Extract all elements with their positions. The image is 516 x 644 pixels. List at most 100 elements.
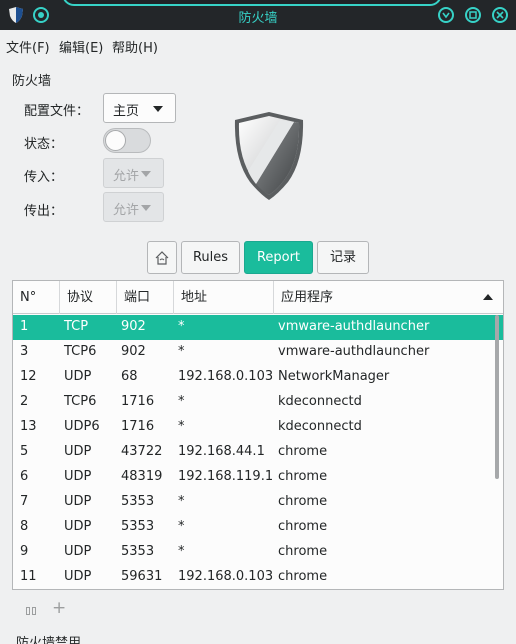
cell-application: vmware-authdlauncher [278,319,430,334]
cell-address: * [178,344,185,359]
menu-edit[interactable]: 编辑(E) [59,37,103,56]
table-row[interactable]: 7 UDP 5353 * chrome [13,490,503,515]
cell-port: 1716 [121,419,155,434]
cell-protocol: TCP6 [64,394,97,409]
cell-protocol: UDP6 [64,419,100,434]
table-row[interactable]: 5 UDP 43722 192.168.44.1 chrome [13,440,503,465]
column-header-application[interactable]: 应用程序 [274,281,503,314]
cell-no: 13 [20,419,37,434]
column-header-protocol[interactable]: 协议 [60,281,117,314]
cell-port: 68 [121,369,138,384]
cell-application: kdeconnectd [278,394,362,409]
menu-file[interactable]: 文件(F) [6,37,50,56]
cell-no: 2 [20,394,29,409]
table-footer: + [12,592,504,626]
menu-bar: 文件(F) 编辑(E) 帮助(H) [0,30,516,60]
cell-application: NetworkManager [278,369,390,384]
toggle-knob [105,130,126,151]
table-header: N° 协议 端口 地址 应用程序 [13,281,503,314]
cell-protocol: UDP [64,569,92,584]
chevron-down-icon [141,171,151,177]
cell-no: 5 [20,444,29,459]
chevron-down-icon [153,106,163,112]
incoming-label: 传入： [24,170,64,185]
cell-application: chrome [278,444,328,459]
cell-application: chrome [278,569,328,584]
table-row[interactable]: 6 UDP 48319 192.168.119.1 chrome [13,465,503,490]
sort-ascending-icon [483,294,493,300]
cell-address: * [178,319,185,334]
chevron-down-icon [141,205,151,211]
table-body: 1 TCP 902 * vmware-authdlauncher 3 TCP6 902 * vmw… [13,315,503,589]
cell-port: 59631 [121,569,163,584]
table-row[interactable]: 9 UDP 5353 * chrome [13,540,503,565]
rules-button[interactable]: Rules [181,241,240,274]
report-table: N° 协议 端口 地址 应用程序 1 TCP 902 * vmware-authdlau… [12,280,504,590]
column-header-no[interactable]: N° [13,281,60,314]
scrollbar-thumb[interactable] [495,315,499,479]
log-button[interactable]: 记录 [317,241,369,274]
table-row[interactable]: 11 UDP 59631 192.168.0.103 chrome [13,565,503,589]
cell-no: 11 [20,569,37,584]
cell-application: kdeconnectd [278,419,362,434]
cell-protocol: TCP [64,319,89,334]
cell-application: chrome [278,544,328,559]
column-header-address[interactable]: 地址 [174,281,274,314]
cell-protocol: UDP [64,494,92,509]
outgoing-label: 传出： [24,204,64,219]
cell-protocol: UDP [64,544,92,559]
cell-application: chrome [278,519,328,534]
profile-select[interactable]: 主页 [103,93,176,123]
table-row[interactable]: 3 TCP6 902 * vmware-authdlauncher [13,340,503,365]
maximize-button[interactable] [465,7,481,23]
cell-port: 5353 [121,494,155,509]
status-label: 状态： [24,137,64,152]
cell-no: 8 [20,519,29,534]
column-header-port[interactable]: 端口 [117,281,174,314]
cell-port: 1716 [121,394,155,409]
minimize-button[interactable] [438,7,454,23]
table-row[interactable]: 2 TCP6 1716 * kdeconnectd [13,390,503,415]
home-button[interactable] [147,241,177,274]
cell-no: 9 [20,544,29,559]
cell-protocol: UDP [64,469,92,484]
outgoing-select: 允许 [103,192,164,222]
add-icon[interactable]: + [52,598,66,618]
cell-no: 3 [20,344,29,359]
table-row[interactable]: 8 UDP 5353 * chrome [13,515,503,540]
status-toggle[interactable] [103,128,151,153]
cell-protocol: UDP [64,519,92,534]
incoming-value: 允许 [113,169,140,184]
table-row[interactable]: 12 UDP 68 192.168.0.103 NetworkManager [13,365,503,390]
profile-value: 主页 [113,104,140,119]
cell-port: 48319 [121,469,163,484]
cell-port: 902 [121,319,146,334]
outgoing-value: 允许 [113,203,140,218]
close-button[interactable] [492,7,508,23]
title-decoration [62,0,442,6]
cell-no: 1 [20,319,29,334]
incoming-select: 允许 [103,158,164,188]
cell-address: * [178,419,185,434]
column-header-application-label: 应用程序 [281,290,334,305]
cell-address: * [178,544,185,559]
menu-help[interactable]: 帮助(H) [112,37,158,56]
cell-application: vmware-authdlauncher [278,344,430,359]
firewall-disabled-label: 防火墙禁用 [16,636,82,644]
firewall-status-shield-icon [232,110,306,206]
cell-protocol: TCP6 [64,344,97,359]
table-row[interactable]: 13 UDP6 1716 * kdeconnectd [13,415,503,440]
cell-application: chrome [278,494,328,509]
cell-address: 192.168.0.103 [178,569,274,584]
table-row[interactable]: 1 TCP 902 * vmware-authdlauncher [13,315,503,340]
report-button[interactable]: Report [244,241,313,274]
cell-address: * [178,394,185,409]
firewall-group-label: 防火墙 [12,74,52,89]
cell-port: 43722 [121,444,163,459]
cell-application: chrome [278,469,328,484]
cell-address: * [178,494,185,509]
columns-icon[interactable] [26,604,36,619]
vertical-scrollbar[interactable] [495,315,501,589]
cell-port: 5353 [121,544,155,559]
cell-address: * [178,519,185,534]
